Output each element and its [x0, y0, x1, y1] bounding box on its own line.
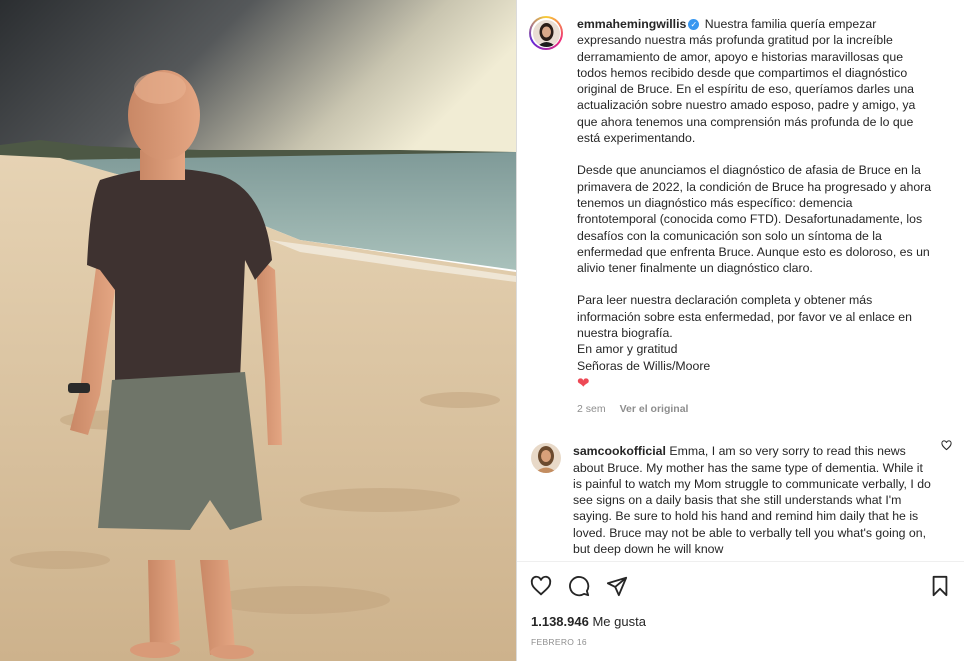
post-time-ago[interactable]: 2 sem — [577, 401, 606, 417]
beach-photo — [0, 0, 516, 661]
comment-bubble-icon — [569, 576, 590, 597]
likes-count[interactable]: 1.138.946 Me gusta — [517, 610, 964, 629]
post-caption: emmahemingwillis ✓ Nuestra familia quería… — [577, 16, 933, 417]
likes-number: 1.138.946 — [531, 614, 589, 629]
post-side-panel: emmahemingwillis ✓ Nuestra familia quería… — [516, 0, 964, 661]
paper-plane-icon — [606, 576, 628, 597]
comment-item: samcookofficial Emma, I am so very sorry… — [529, 443, 952, 557]
verified-badge-icon: ✓ — [688, 19, 700, 30]
post-date[interactable]: FEBRERO 16 — [517, 629, 964, 661]
view-original-link[interactable]: Ver el original — [620, 401, 689, 417]
commenter-avatar[interactable] — [531, 443, 561, 474]
commenter-username[interactable]: samcookofficial — [573, 444, 666, 458]
post-caption-block: emmahemingwillis ✓ Nuestra familia quería… — [529, 16, 952, 417]
caption-paragraph-2: Desde que anunciamos el diagnóstico de a… — [577, 163, 932, 276]
heart-outline-icon — [530, 575, 552, 596]
caption-signoff-1: En amor y gratitud — [577, 342, 678, 357]
comment-button[interactable] — [567, 574, 591, 598]
post-action-bar — [517, 561, 964, 610]
save-button[interactable] — [928, 574, 952, 598]
comment-like-button[interactable] — [941, 440, 952, 454]
likes-label: Me gusta — [592, 614, 646, 629]
small-heart-icon — [941, 440, 952, 451]
comment-body: Emma, I am so very sorry to read this ne… — [573, 444, 931, 557]
post-photo — [0, 0, 516, 661]
like-button[interactable] — [529, 574, 553, 598]
share-button[interactable] — [605, 574, 629, 598]
bookmark-icon — [932, 575, 948, 597]
author-avatar[interactable] — [529, 16, 563, 50]
caption-meta: 2 sem Ver el original — [577, 401, 933, 417]
comments-scroll-area[interactable]: emmahemingwillis ✓ Nuestra familia quería… — [517, 0, 964, 561]
instagram-post-view: emmahemingwillis ✓ Nuestra familia quería… — [0, 0, 964, 661]
caption-signoff-2: Señoras de Willis/Moore — [577, 358, 711, 373]
caption-paragraph-3: Para leer nuestra declaración completa y… — [577, 293, 912, 341]
red-heart-emoji: ❤ — [577, 374, 590, 392]
caption-paragraph-1: Nuestra familia quería empezar expresand… — [577, 17, 916, 146]
author-username[interactable]: emmahemingwillis — [577, 17, 686, 31]
comment-text: samcookofficial Emma, I am so very sorry… — [573, 443, 933, 557]
